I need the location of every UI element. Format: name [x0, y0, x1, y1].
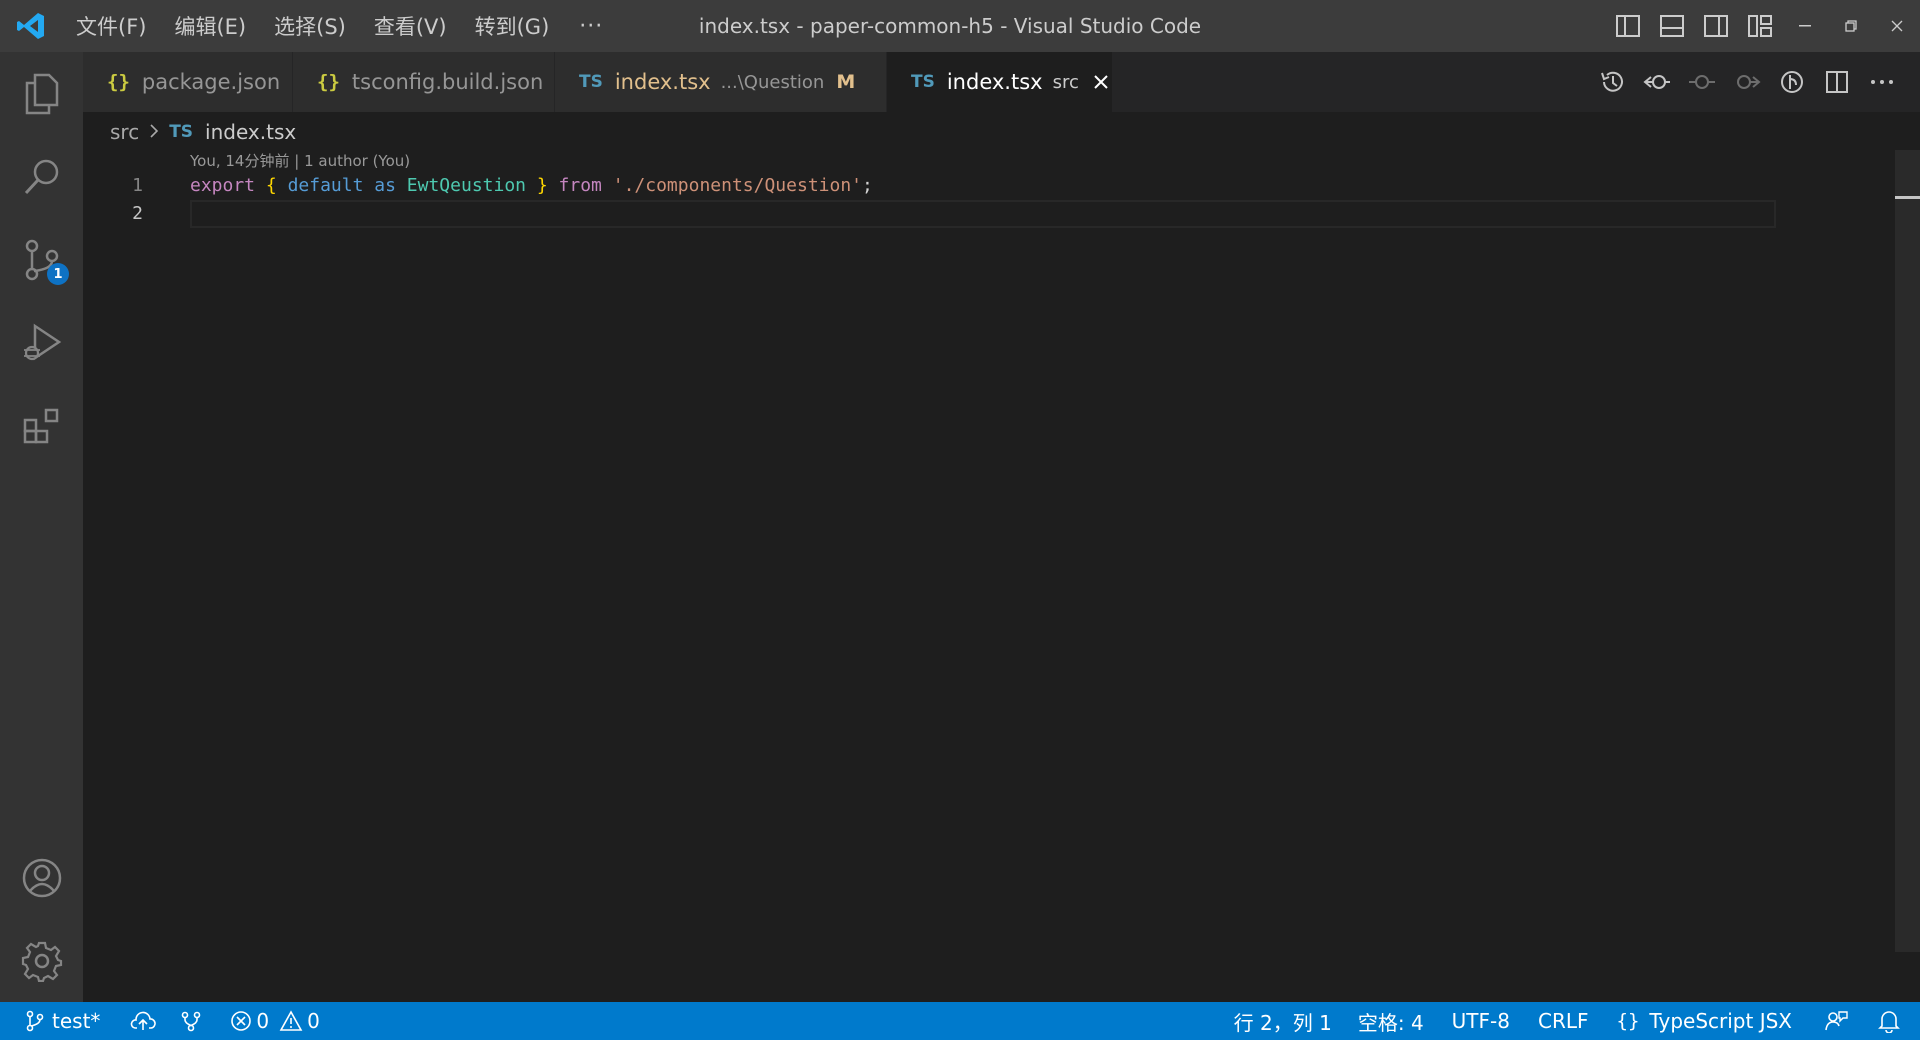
minimize-icon[interactable] [1782, 0, 1828, 52]
typescript-file-icon: TS [169, 122, 194, 142]
token-brace: } [536, 175, 548, 196]
search-icon[interactable] [0, 135, 83, 218]
source-control-badge: 1 [47, 263, 69, 285]
code-editor[interactable]: You, 14分钟前 | 1 author (You) 1 2 export {… [83, 150, 1895, 1002]
title-bar: 文件(F) 编辑(E) 选择(S) 查看(V) 转到(G) ··· index.… [0, 0, 1920, 52]
customize-layout-icon[interactable] [1738, 0, 1782, 52]
token-identifier: EwtQeustion [406, 175, 527, 196]
menu-more-icon[interactable]: ··· [563, 14, 619, 39]
token-keyword: as [374, 175, 396, 196]
menu-go[interactable]: 转到(G) [461, 0, 564, 52]
breadcrumb-file[interactable]: index.tsx [205, 120, 296, 144]
tab-tsconfig-build-json[interactable]: {} tsconfig.build.json [293, 52, 555, 112]
tab-label: index.tsx [946, 70, 1043, 94]
language-label: TypeScript JSX [1649, 1009, 1792, 1033]
token-keyword: export [190, 175, 256, 196]
feedback-icon[interactable] [1806, 1002, 1866, 1040]
tab-label: index.tsx [614, 70, 711, 94]
menu-bar: 文件(F) 编辑(E) 选择(S) 查看(V) 转到(G) ··· [62, 0, 619, 52]
menu-selection[interactable]: 选择(S) [260, 0, 360, 52]
menu-view[interactable]: 查看(V) [360, 0, 461, 52]
menu-file[interactable]: 文件(F) [62, 0, 160, 52]
vscode-logo-icon [0, 0, 62, 52]
tab-description: src [1052, 71, 1079, 93]
token-keyword: from [558, 175, 602, 196]
end-of-line[interactable]: CRLF [1524, 1002, 1603, 1040]
toggle-panel-icon[interactable] [1650, 0, 1694, 52]
code-line[interactable]: export { default as EwtQeustion } from '… [190, 172, 873, 200]
branch-name: test* [52, 1009, 101, 1033]
vertical-scrollbar[interactable] [1895, 150, 1920, 952]
line-number: 2 [132, 203, 143, 224]
close-tab-icon[interactable] [1093, 68, 1109, 96]
error-count: 0 [256, 1009, 270, 1033]
explorer-icon[interactable] [0, 52, 83, 135]
token-keyword: default [287, 175, 364, 196]
problems-indicator[interactable]: 0 0 [214, 1002, 331, 1040]
settings-gear-icon[interactable] [0, 919, 83, 1002]
menu-edit[interactable]: 编辑(E) [160, 0, 260, 52]
error-icon [231, 1011, 252, 1031]
git-graph-icon[interactable] [168, 1002, 214, 1040]
publish-branch-icon[interactable] [112, 1002, 168, 1040]
timeline-history-icon[interactable] [1589, 52, 1634, 112]
breadcrumb: src TS index.tsx [110, 112, 296, 152]
language-mode[interactable]: {} TypeScript JSX [1603, 1002, 1807, 1040]
restore-icon[interactable] [1828, 0, 1874, 52]
gitlens-inspect-icon[interactable] [1769, 52, 1814, 112]
toggle-primary-sidebar-icon[interactable] [1606, 0, 1650, 52]
tab-description: ...\Question [720, 71, 825, 93]
git-commit-icon[interactable] [1679, 52, 1724, 112]
run-debug-icon[interactable] [0, 301, 83, 384]
token-brace: { [265, 175, 277, 196]
tab-index-tsx-src[interactable]: TS index.tsx src [887, 52, 1113, 112]
tab-label: package.json [141, 70, 281, 94]
activity-bar: 1 [0, 52, 83, 1002]
breadcrumb-folder[interactable]: src [110, 120, 139, 144]
token-punctuation: ; [862, 175, 873, 196]
current-line-highlight [190, 200, 1776, 228]
tab-label: tsconfig.build.json [351, 70, 544, 94]
tab-package-json[interactable]: {} package.json [83, 52, 293, 112]
token-string: './components/Question' [612, 175, 862, 196]
accounts-icon[interactable] [0, 836, 83, 919]
source-control-icon[interactable]: 1 [0, 218, 83, 301]
typescript-file-icon: TS [579, 72, 603, 92]
toggle-secondary-sidebar-icon[interactable] [1694, 0, 1738, 52]
encoding[interactable]: UTF-8 [1438, 1002, 1524, 1040]
cursor-position[interactable]: 行 2，列 1 [1222, 1002, 1344, 1040]
chevron-right-icon [149, 120, 159, 144]
scrollbar-cursor-marker [1895, 196, 1920, 199]
split-editor-icon[interactable] [1814, 52, 1859, 112]
typescript-file-icon: TS [911, 72, 935, 92]
extensions-icon[interactable] [0, 384, 83, 467]
close-window-icon[interactable] [1874, 0, 1920, 52]
line-number: 1 [132, 175, 143, 196]
notifications-bell-icon[interactable] [1866, 1002, 1920, 1040]
open-changes-icon[interactable] [1634, 52, 1679, 112]
warning-icon [279, 1010, 303, 1031]
codelens-author[interactable]: You, 14分钟前 | 1 author (You) [190, 150, 410, 172]
json-file-icon: {} [317, 71, 340, 93]
braces-icon: {} [1616, 1010, 1640, 1032]
tab-index-tsx-question[interactable]: TS index.tsx ...\Question M [555, 52, 887, 112]
more-actions-icon[interactable] [1859, 52, 1904, 112]
git-branch[interactable]: test* [0, 1002, 112, 1040]
git-branch-icon [26, 1010, 44, 1032]
json-file-icon: {} [107, 71, 130, 93]
editor-actions [1589, 52, 1904, 112]
status-bar: test* 0 0 行 2，列 1 空格: 4 UTF-8 CRLF {} Ty… [0, 1002, 1920, 1040]
warning-count: 0 [307, 1009, 320, 1033]
modified-badge: M [836, 71, 856, 93]
next-change-icon[interactable] [1724, 52, 1769, 112]
indentation[interactable]: 空格: 4 [1344, 1002, 1438, 1040]
